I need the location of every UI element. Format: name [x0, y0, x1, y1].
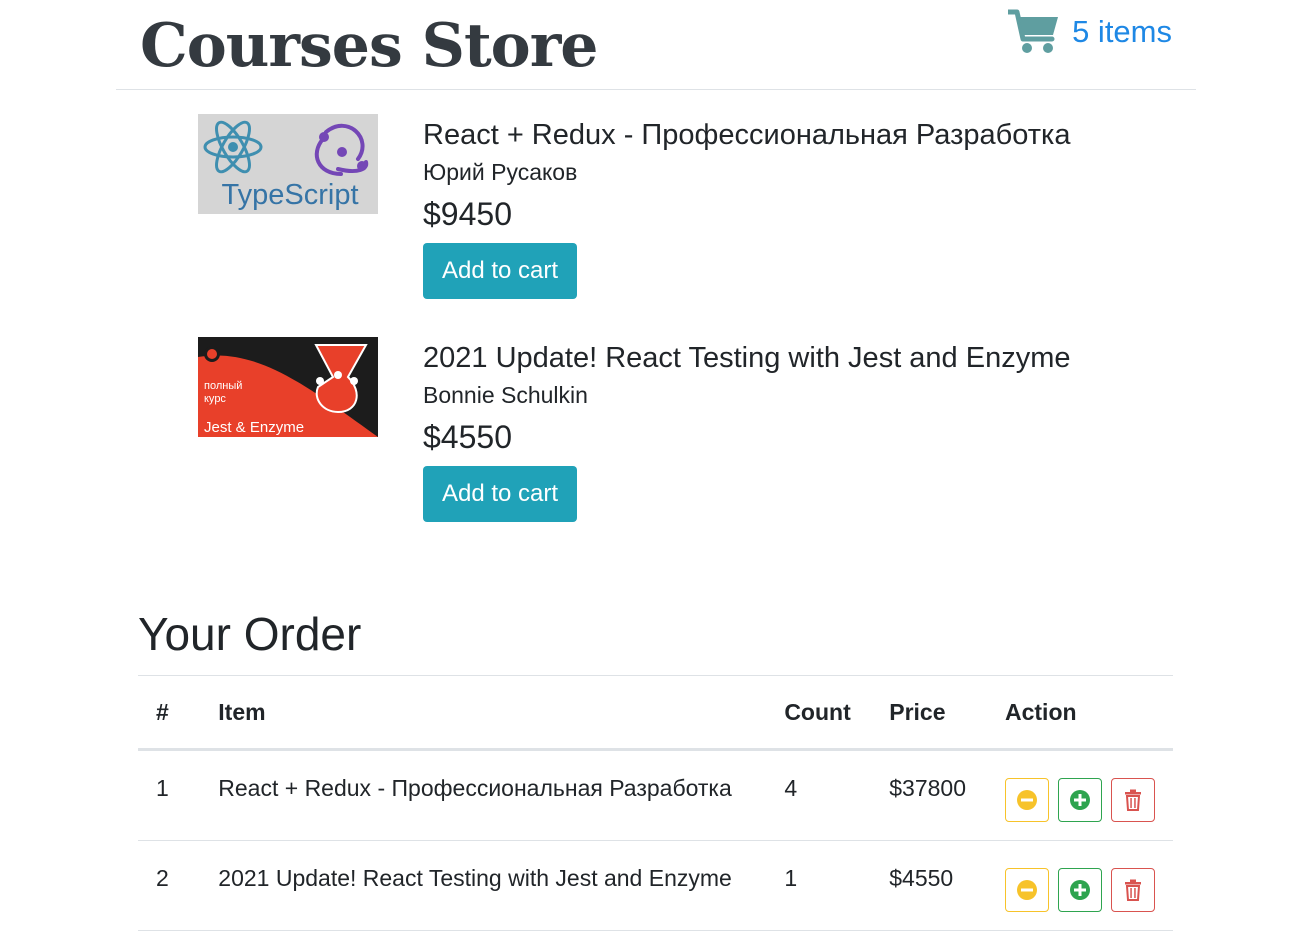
trash-icon — [1125, 789, 1141, 811]
minus-circle-icon — [1017, 790, 1037, 810]
row-count: 4 — [784, 775, 798, 801]
column-item: Item — [200, 675, 767, 751]
row-actions — [1005, 841, 1155, 912]
course-thumbnail: TypeScript — [198, 114, 378, 214]
table-row: 2 2021 Update! React Testing with Jest a… — [138, 840, 1173, 931]
store-title: Courses Store — [140, 11, 598, 81]
row-actions — [1005, 751, 1155, 822]
course-info: 2021 Update! React Testing with Jest and… — [423, 337, 1071, 522]
column-action: Action — [987, 675, 1173, 751]
course-card: полный курс Jest & Enzyme 2021 Update! R… — [198, 337, 1158, 527]
course-author: Bonnie Schulkin — [423, 382, 588, 408]
row-item-cell: React + Redux - Профессиональная Разрабо… — [200, 749, 767, 841]
row-item: 2021 Update! React Testing with Jest and… — [218, 865, 732, 891]
thumbnail-line-2: курс — [204, 393, 226, 405]
add-to-cart-button[interactable]: Add to cart — [423, 243, 578, 299]
order-heading: Your Order — [138, 608, 362, 660]
row-number-cell: 2 — [138, 840, 201, 931]
table-row: 1 React + Redux - Профессиональная Разра… — [138, 749, 1173, 841]
row-number: 1 — [156, 775, 169, 801]
delete-button[interactable] — [1111, 778, 1155, 822]
row-actions-cell — [987, 749, 1173, 841]
row-price: $37800 — [889, 775, 966, 801]
cart-link[interactable]: 5 items — [1008, 2, 1172, 62]
row-number: 2 — [156, 865, 169, 891]
trash-icon — [1125, 879, 1141, 901]
decrease-button[interactable] — [1005, 778, 1049, 822]
row-count-cell: 4 — [766, 749, 872, 841]
column-price: Price — [871, 675, 987, 751]
course-price: $4550 — [423, 419, 512, 455]
decrease-button[interactable] — [1005, 868, 1049, 912]
row-item-cell: 2021 Update! React Testing with Jest and… — [200, 840, 767, 931]
course-title: 2021 Update! React Testing with Jest and… — [423, 342, 1071, 374]
react-typescript-thumbnail: TypeScript — [198, 114, 378, 214]
delete-button[interactable] — [1111, 868, 1155, 912]
thumbnail-line-3: Jest & Enzyme — [204, 419, 304, 436]
page-header: Courses Store 5 items — [116, 0, 1196, 90]
column-count: Count — [766, 675, 872, 751]
course-price: $9450 — [423, 196, 512, 232]
minus-circle-icon — [1017, 880, 1037, 900]
row-price-cell: $37800 — [871, 749, 987, 841]
jest-enzyme-thumbnail: полный курс Jest & Enzyme — [198, 337, 378, 437]
plus-circle-icon — [1070, 790, 1090, 810]
column-number: # — [138, 675, 201, 751]
course-card: TypeScript React + Redux - Профессиональ… — [198, 114, 1158, 304]
thumbnail-text: TypeScript — [222, 179, 359, 211]
table-header-row: # Item Count Price Action — [138, 675, 1173, 751]
shopping-cart-icon — [1008, 9, 1059, 53]
plus-circle-icon — [1070, 880, 1090, 900]
course-thumbnail: полный курс Jest & Enzyme — [198, 337, 378, 437]
increase-button[interactable] — [1058, 868, 1102, 912]
cart-count[interactable]: 5 items — [1072, 14, 1172, 50]
row-count-cell: 1 — [766, 840, 872, 931]
row-number-cell: 1 — [138, 749, 201, 841]
thumbnail-line-1: полный — [204, 380, 242, 392]
course-title: React + Redux - Профессиональная Разрабо… — [423, 119, 1071, 151]
row-count: 1 — [784, 865, 798, 891]
row-item: React + Redux - Профессиональная Разрабо… — [218, 775, 732, 801]
row-actions-cell — [987, 840, 1173, 931]
course-author: Юрий Русаков — [423, 159, 578, 185]
increase-button[interactable] — [1058, 778, 1102, 822]
row-price-cell: $4550 — [871, 840, 987, 931]
row-price: $4550 — [889, 865, 954, 891]
add-to-cart-button[interactable]: Add to cart — [423, 466, 578, 522]
order-table: # Item Count Price Action 1 React + Redu… — [138, 675, 1173, 931]
course-info: React + Redux - Профессиональная Разрабо… — [423, 114, 1070, 299]
